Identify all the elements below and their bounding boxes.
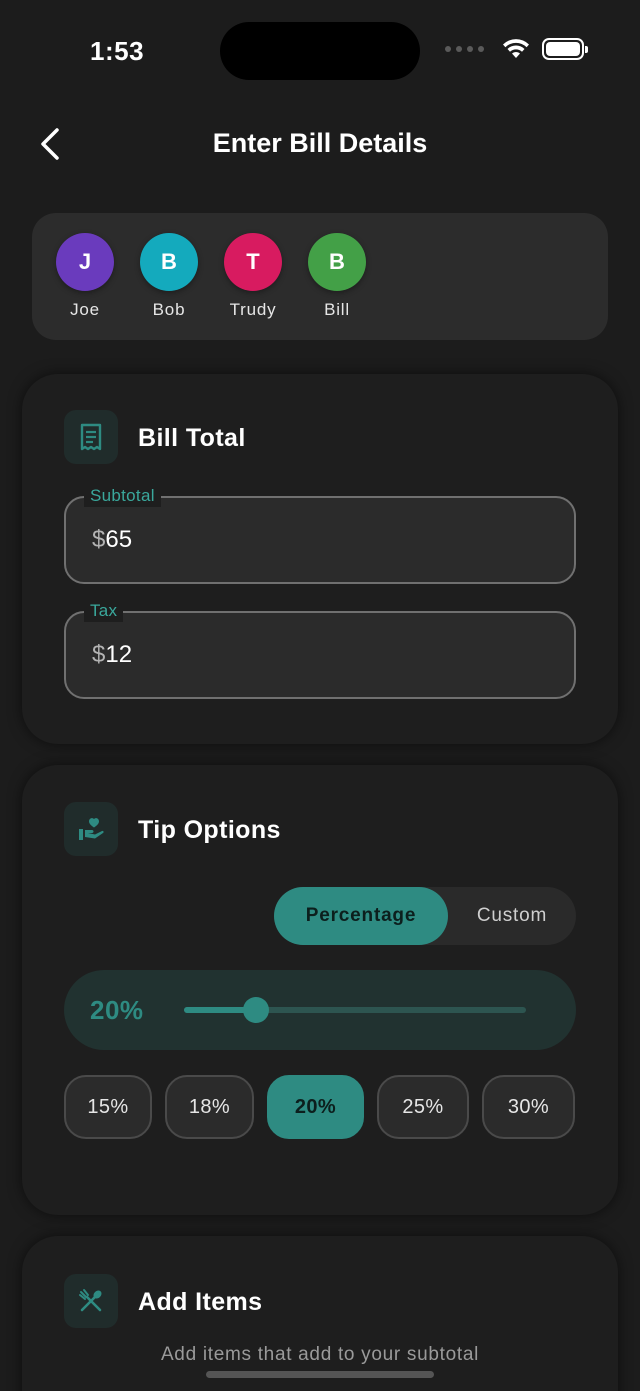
currency-symbol: $ — [92, 526, 106, 553]
tip-mode-toggle[interactable]: Percentage Custom — [274, 887, 576, 945]
signal-dots-icon — [445, 46, 484, 52]
avatar: T — [224, 233, 282, 291]
tip-options-card: Tip Options Percentage Custom 20% 15% 18… — [22, 765, 618, 1215]
status-bar: 1:53 — [0, 0, 640, 100]
avatar: B — [308, 233, 366, 291]
page-title: Enter Bill Details — [212, 128, 428, 158]
custom-mode-button[interactable]: Custom — [448, 887, 576, 945]
percentage-mode-button[interactable]: Percentage — [274, 887, 448, 945]
tip-chip-30[interactable]: 30% — [482, 1075, 575, 1139]
bill-details-screen: 1:53 Enter Bill Details J Joe B Bob T Tr… — [0, 0, 640, 1391]
avatar: J — [56, 233, 114, 291]
participant-name: Trudy — [229, 300, 277, 319]
tax-amount[interactable]: 12 — [105, 641, 132, 669]
subtotal-field[interactable]: Subtotal $65 — [64, 485, 576, 584]
receipt-icon — [64, 410, 118, 464]
tip-slider[interactable] — [184, 997, 526, 1023]
home-indicator — [206, 1371, 434, 1378]
participant-bill[interactable]: B Bill — [308, 233, 366, 340]
participant-trudy[interactable]: T Trudy — [224, 233, 282, 340]
avatar: B — [140, 233, 198, 291]
tax-field[interactable]: Tax $12 — [64, 600, 576, 699]
add-items-card: Add Items Add items that add to your sub… — [22, 1236, 618, 1391]
participant-name: Bob — [152, 300, 186, 319]
hand-heart-icon — [64, 802, 118, 856]
subtotal-value[interactable]: $65 — [92, 498, 132, 582]
tax-value[interactable]: $12 — [92, 613, 132, 697]
add-items-title: Add Items — [138, 1288, 263, 1316]
dynamic-island — [220, 22, 420, 80]
tip-percentage-value: 20% — [90, 994, 144, 1025]
battery-icon — [542, 38, 588, 60]
status-time: 1:53 — [90, 36, 145, 66]
tip-presets: 15% 18% 20% 25% 30% — [64, 1075, 576, 1139]
bill-total-card: Bill Total Subtotal $65 Tax $12 — [22, 374, 618, 744]
slider-thumb[interactable] — [242, 997, 269, 1023]
participant-bob[interactable]: B Bob — [140, 233, 198, 340]
participants-row: J Joe B Bob T Trudy B Bill — [32, 213, 608, 340]
tip-options-title: Tip Options — [138, 816, 281, 844]
bill-total-title: Bill Total — [138, 424, 246, 452]
utensils-icon — [64, 1274, 118, 1328]
tip-slider-container: 20% — [64, 970, 576, 1050]
status-icons — [445, 38, 588, 60]
currency-symbol: $ — [92, 641, 106, 668]
wifi-icon — [503, 39, 529, 58]
subtotal-amount[interactable]: 65 — [105, 526, 132, 554]
tip-chip-15[interactable]: 15% — [64, 1075, 152, 1139]
participant-name: Bill — [324, 300, 350, 319]
tip-chip-20[interactable]: 20% — [267, 1075, 364, 1139]
participant-name: Joe — [70, 300, 100, 319]
tip-chip-25[interactable]: 25% — [377, 1075, 469, 1139]
tip-chip-18[interactable]: 18% — [165, 1075, 254, 1139]
participant-joe[interactable]: J Joe — [56, 233, 114, 340]
add-items-subtitle: Add items that add to your subtotal — [160, 1344, 480, 1365]
